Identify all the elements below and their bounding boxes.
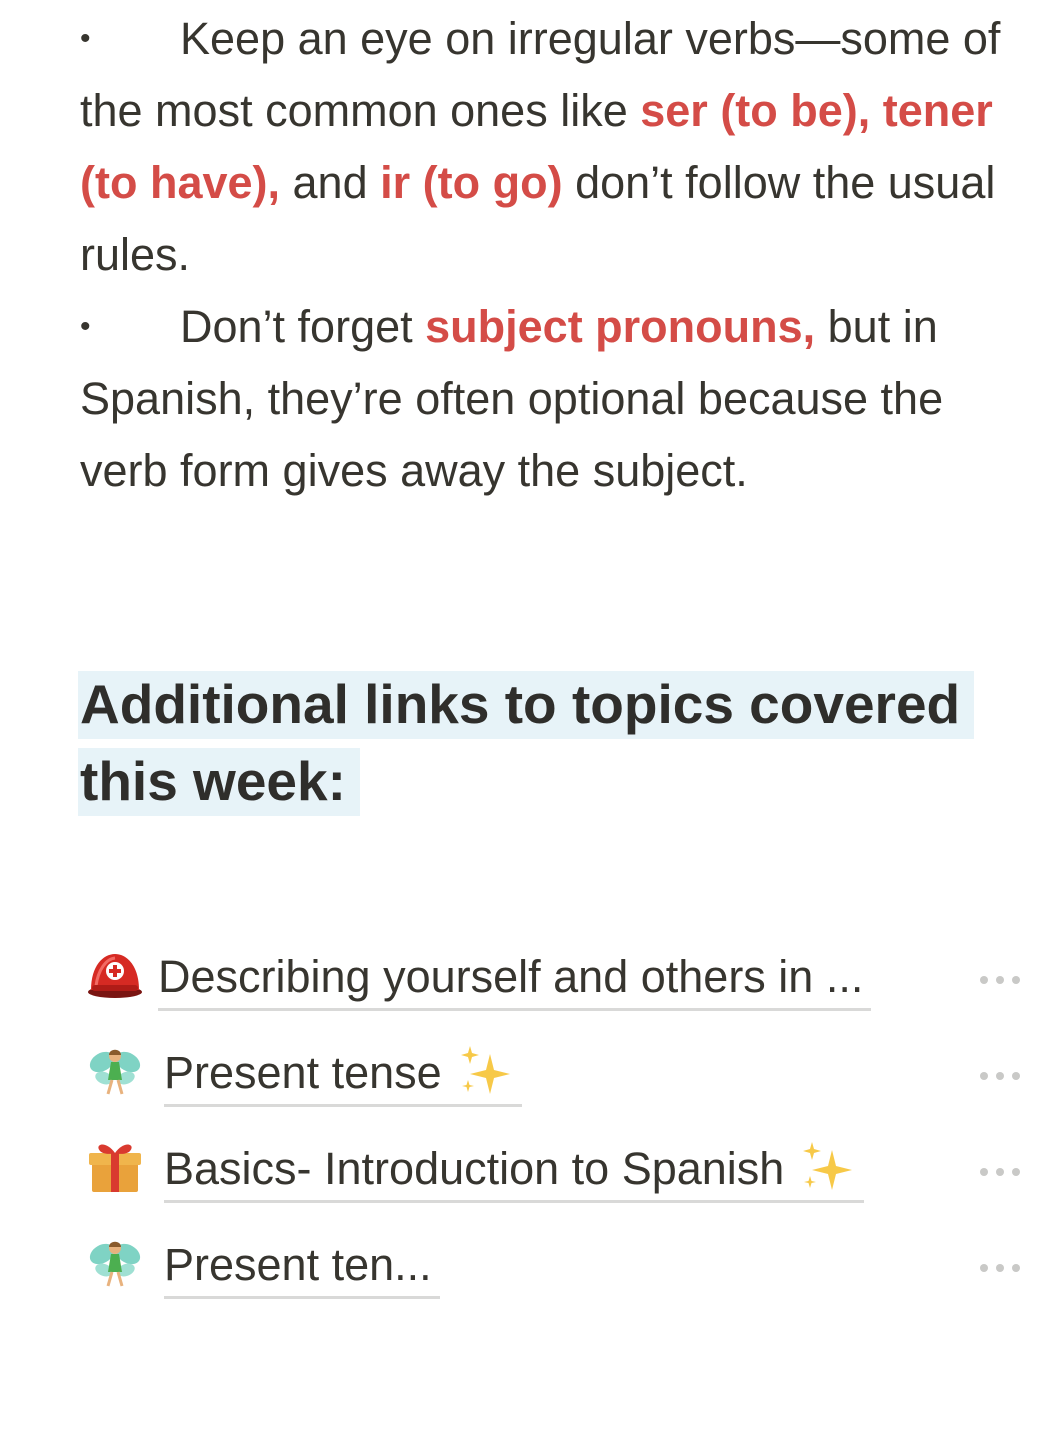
sparkles-icon [456, 1042, 514, 1100]
bulleted-list-item[interactable]: • Don’t forget subject pronouns, but in S… [80, 291, 1030, 507]
sparkles-icon [798, 1138, 856, 1196]
bullet-text: Don’t forget [180, 301, 426, 352]
page-link-title[interactable]: Present tense [164, 1042, 522, 1107]
highlighted-text: subject pronouns, [425, 301, 816, 352]
page-link-title[interactable]: Present ten... [164, 1234, 440, 1299]
bullet-text: and [280, 157, 381, 208]
fairy-icon [86, 1234, 144, 1292]
fairy-icon [86, 1042, 144, 1100]
page-link-present-ten[interactable]: Present ten... [80, 1228, 1040, 1324]
bulleted-list-item[interactable]: • Keep an eye on irregular verbs—some of … [80, 3, 1030, 291]
more-options-icon[interactable] [978, 1260, 1022, 1272]
more-options-icon[interactable] [978, 1164, 1022, 1176]
page-link-basics-introduction[interactable]: Basics- Introduction to Spanish [80, 1132, 1040, 1228]
rescue-helmet-icon [86, 946, 144, 1004]
page-link-title[interactable]: Describing yourself and others in ... [158, 946, 872, 1011]
heading-text: Additional links to topics covered this … [78, 671, 975, 816]
section-heading[interactable]: Additional links to topics covered this … [78, 666, 1018, 820]
page-link-label: Describing yourself and others in ... [158, 951, 864, 1002]
page-link-label: Present ten... [164, 1239, 432, 1290]
page-link-label: Basics- Introduction to Spanish [164, 1143, 785, 1194]
more-options-icon[interactable] [978, 1068, 1022, 1080]
page-link-present-tense[interactable]: Present tense [80, 1036, 1040, 1132]
notion-page: • Keep an eye on irregular verbs—some of … [0, 0, 1064, 1448]
page-link-title[interactable]: Basics- Introduction to Spanish [164, 1138, 865, 1203]
gift-icon [86, 1138, 144, 1196]
page-links-list: Describing yourself and others in ... Pr… [80, 940, 1040, 1324]
bullet-dot: • [80, 22, 91, 55]
page-link-describing-yourself[interactable]: Describing yourself and others in ... [80, 940, 1040, 1036]
page-link-label: Present tense [164, 1047, 442, 1098]
bullet-dot: • [80, 310, 91, 343]
highlighted-text: ir (to go) [380, 157, 563, 208]
more-options-icon[interactable] [978, 972, 1022, 984]
